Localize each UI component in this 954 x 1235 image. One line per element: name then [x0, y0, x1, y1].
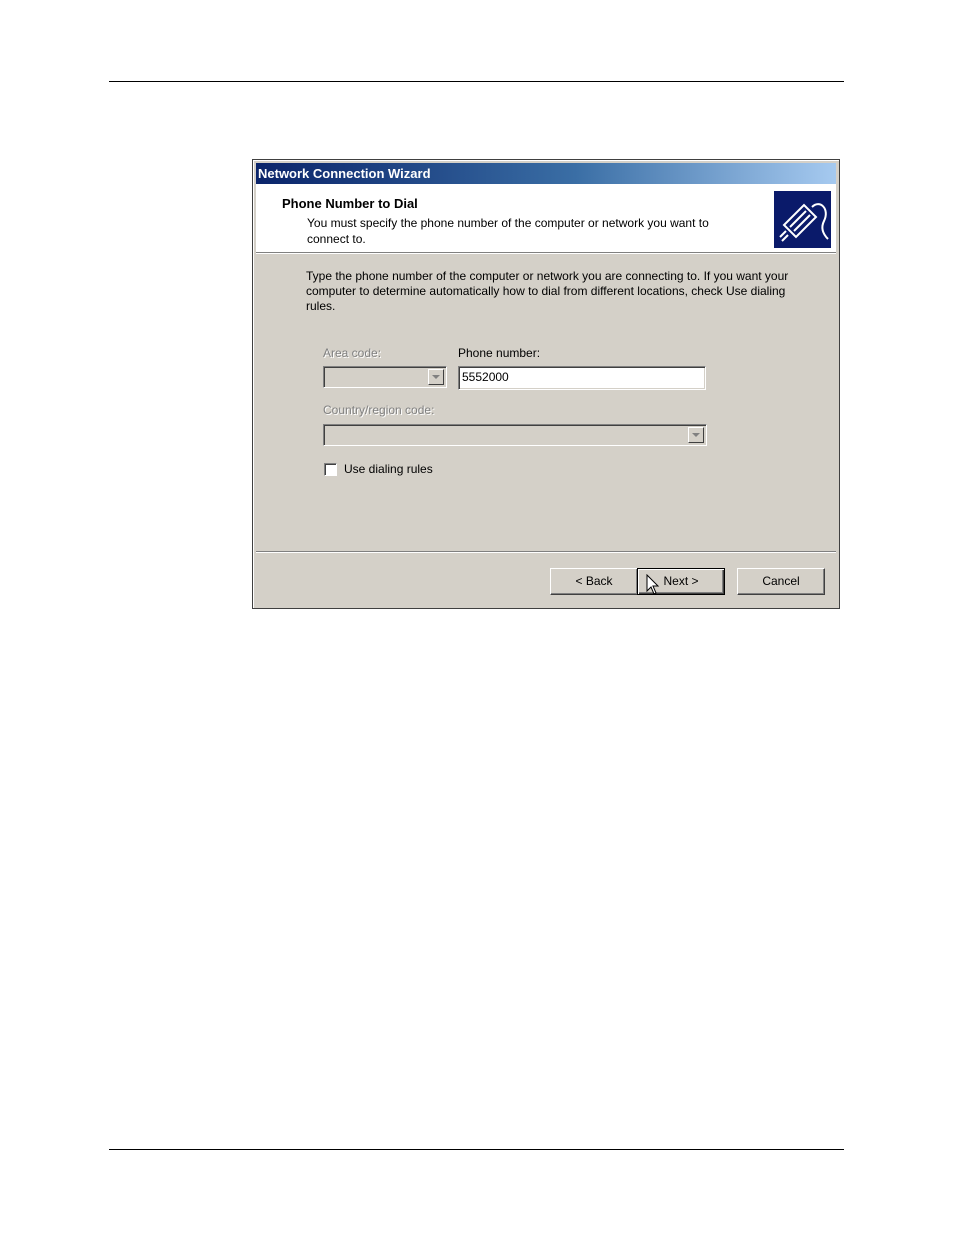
page-bottom-rule: [109, 1149, 844, 1150]
country-region-dropdown-button[interactable]: [688, 427, 704, 443]
wizard-header: Phone Number to Dial You must specify th…: [256, 184, 836, 253]
cancel-button[interactable]: Cancel: [737, 568, 825, 595]
network-connection-wizard-dialog: Network Connection Wizard Phone Number t…: [252, 159, 840, 609]
area-code-dropdown-button[interactable]: [428, 369, 444, 385]
area-code-combobox[interactable]: [323, 366, 447, 388]
wizard-page-subtitle: You must specify the phone number of the…: [307, 216, 709, 246]
network-cable-icon: [774, 191, 831, 248]
mouse-pointer-icon: [646, 574, 660, 595]
page-top-rule: [109, 81, 844, 82]
country-region-code-combobox[interactable]: [323, 424, 707, 446]
use-dialing-rules-checkbox[interactable]: [324, 463, 337, 476]
phone-number-label: Phone number:: [458, 346, 541, 360]
area-code-label: Area code:: [323, 346, 382, 360]
wizard-page-title: Phone Number to Dial: [282, 196, 418, 211]
dialog-title-bar: Network Connection Wizard: [256, 163, 836, 184]
phone-number-input[interactable]: 5552000: [458, 366, 706, 390]
back-button[interactable]: < Back: [550, 568, 638, 595]
use-dialing-rules-label[interactable]: Use dialing rules: [344, 462, 433, 476]
chevron-down-icon: [692, 433, 700, 437]
footer-separator-highlight: [256, 552, 836, 553]
country-region-code-label: Country/region code:: [323, 403, 435, 417]
instructions-text: Type the phone number of the computer or…: [306, 269, 789, 313]
chevron-down-icon: [432, 375, 440, 379]
header-separator: [256, 253, 836, 254]
